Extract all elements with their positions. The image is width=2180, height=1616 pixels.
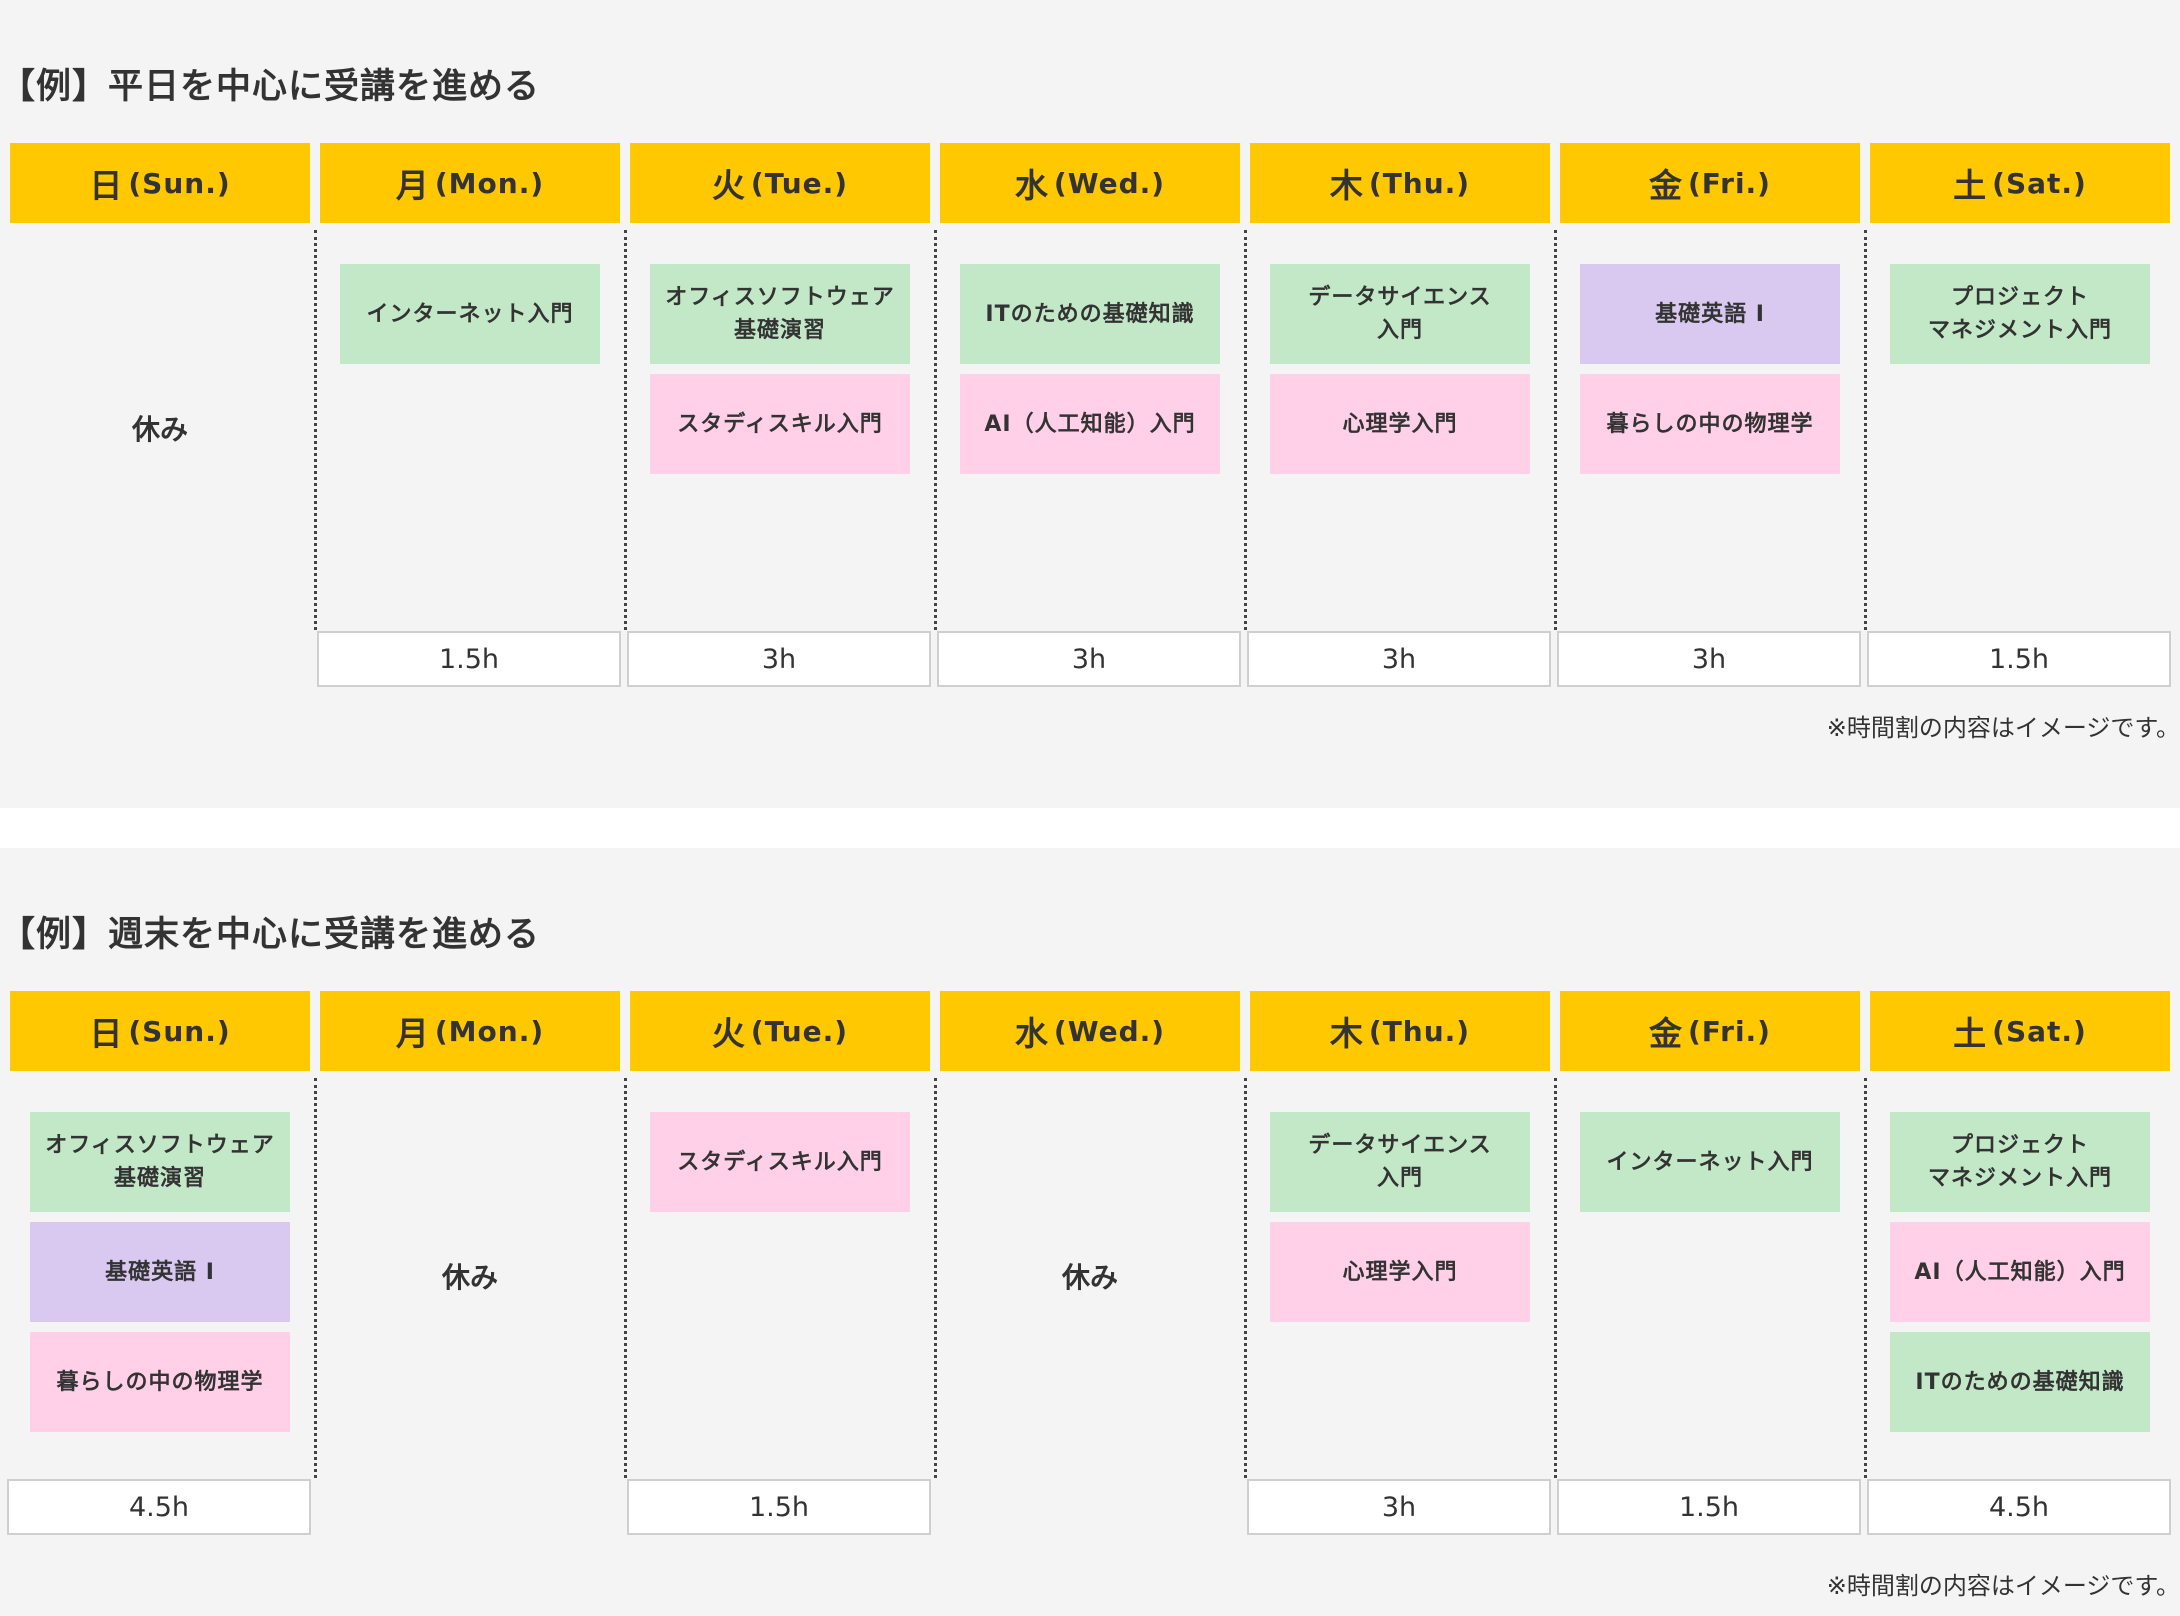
course-block: ITのための基礎知識 <box>1890 1332 2150 1432</box>
day-header-wed: 水 (Wed.) <box>940 991 1240 1071</box>
day-header-mon: 月 (Mon.) <box>320 991 620 1071</box>
weekday-schedule-panel: 【例】平日を中心に受講を進める 日 (Sun.) 休み 月 (Mon.) インターネット入… <box>0 0 2180 808</box>
column-divider <box>314 1078 317 1478</box>
hours-total: 1.5h <box>317 631 621 687</box>
course-block: オフィスソフトウェア 基礎演習 <box>30 1112 290 1212</box>
rest-day-label: 休み <box>131 413 188 446</box>
schedule-title: 【例】週末を中心に受講を進める <box>0 915 541 955</box>
day-kanji: 木 <box>1329 166 1363 205</box>
column-divider <box>1554 230 1557 630</box>
day-english: (Fri.) <box>1688 1014 1771 1048</box>
course-block: プロジェクト マネジメント入門 <box>1890 264 2150 364</box>
hours-total: 4.5h <box>1867 1479 2171 1535</box>
day-english: (Tue.) <box>750 1014 849 1048</box>
hours-total: 3h <box>1557 631 1861 687</box>
day-header-thu: 木 (Thu.) <box>1250 143 1550 223</box>
hours-total: 3h <box>937 631 1241 687</box>
day-english: (Sun.) <box>128 1014 231 1048</box>
course-block: スタディスキル入門 <box>650 374 910 474</box>
day-english: (Mon.) <box>434 166 545 200</box>
day-english: (Tue.) <box>750 166 849 200</box>
day-english: (Sat.) <box>1992 1014 2087 1048</box>
day-kanji: 金 <box>1649 1014 1682 1053</box>
day-header-thu: 木 (Thu.) <box>1250 991 1550 1071</box>
day-header-mon: 月 (Mon.) <box>320 143 620 223</box>
rest-day-label: 休み <box>441 1261 498 1294</box>
hours-total: 3h <box>627 631 931 687</box>
course-block: 暮らしの中の物理学 <box>30 1332 290 1432</box>
day-kanji: 月 <box>395 1014 429 1053</box>
hours-total: 3h <box>1247 1479 1551 1535</box>
day-kanji: 土 <box>1953 166 1987 205</box>
course-block: データサイエンス 入門 <box>1270 264 1530 364</box>
day-kanji: 月 <box>395 166 429 205</box>
day-english: (Mon.) <box>434 1014 545 1048</box>
column-divider <box>314 230 317 630</box>
day-header-sat: 土 (Sat.) <box>1870 991 2170 1071</box>
course-block: インターネット入門 <box>1580 1112 1840 1212</box>
day-english: (Thu.) <box>1368 1014 1471 1048</box>
course-block: プロジェクト マネジメント入門 <box>1890 1112 2150 1212</box>
day-header-fri: 金 (Fri.) <box>1560 991 1860 1071</box>
day-kanji: 水 <box>1014 166 1048 205</box>
schedule-title: 【例】平日を中心に受講を進める <box>0 67 541 107</box>
course-block: オフィスソフトウェア 基礎演習 <box>650 264 910 364</box>
day-english: (Sat.) <box>1992 166 2087 200</box>
day-header-sat: 土 (Sat.) <box>1870 143 2170 223</box>
day-english: (Fri.) <box>1688 166 1771 200</box>
rest-day-label: 休み <box>1061 1261 1118 1294</box>
column-divider <box>624 230 627 630</box>
day-header-sun: 日 (Sun.) <box>10 143 310 223</box>
course-block: 基礎英語 I <box>30 1222 290 1322</box>
column-divider <box>1864 1078 1867 1478</box>
column-divider <box>1244 230 1247 630</box>
hours-total: 1.5h <box>1867 631 2171 687</box>
course-block: 心理学入門 <box>1270 1222 1530 1322</box>
day-header-fri: 金 (Fri.) <box>1560 143 1860 223</box>
course-block: データサイエンス 入門 <box>1270 1112 1530 1212</box>
day-header-tue: 火 (Tue.) <box>630 991 930 1071</box>
course-block: スタディスキル入門 <box>650 1112 910 1212</box>
column-divider <box>934 1078 937 1478</box>
day-kanji: 日 <box>89 1014 123 1053</box>
course-block: AI（人工知能）入門 <box>1890 1222 2150 1322</box>
course-block: AI（人工知能）入門 <box>960 374 1220 474</box>
column-divider <box>1554 1078 1557 1478</box>
day-kanji: 日 <box>89 166 123 205</box>
day-kanji: 土 <box>1953 1014 1987 1053</box>
day-kanji: 火 <box>711 166 745 205</box>
day-kanji: 木 <box>1329 1014 1363 1053</box>
day-header-sun: 日 (Sun.) <box>10 991 310 1071</box>
column-divider <box>1244 1078 1247 1478</box>
weekend-schedule-panel: 【例】週末を中心に受講を進める 日 (Sun.) オフィスソフトウェア 基礎演習 基礎… <box>0 848 2180 1616</box>
day-header-tue: 火 (Tue.) <box>630 143 930 223</box>
day-kanji: 水 <box>1014 1014 1048 1053</box>
column-divider <box>624 1078 627 1478</box>
course-block: 心理学入門 <box>1270 374 1530 474</box>
day-english: (Thu.) <box>1368 166 1471 200</box>
course-block: ITのための基礎知識 <box>960 264 1220 364</box>
day-kanji: 火 <box>711 1014 745 1053</box>
schedule-note: ※時間割の内容はイメージです。 <box>1826 714 2180 742</box>
day-kanji: 金 <box>1649 166 1682 205</box>
schedule-note: ※時間割の内容はイメージです。 <box>1826 1572 2180 1600</box>
course-block: インターネット入門 <box>340 264 600 364</box>
hours-total: 1.5h <box>627 1479 931 1535</box>
day-header-wed: 水 (Wed.) <box>940 143 1240 223</box>
day-english: (Wed.) <box>1053 166 1166 200</box>
hours-total: 4.5h <box>7 1479 311 1535</box>
day-english: (Wed.) <box>1053 1014 1166 1048</box>
column-divider <box>934 230 937 630</box>
hours-total: 1.5h <box>1557 1479 1861 1535</box>
column-divider <box>1864 230 1867 630</box>
course-block: 暮らしの中の物理学 <box>1580 374 1840 474</box>
course-block: 基礎英語 I <box>1580 264 1840 364</box>
hours-total: 3h <box>1247 631 1551 687</box>
day-english: (Sun.) <box>128 166 231 200</box>
